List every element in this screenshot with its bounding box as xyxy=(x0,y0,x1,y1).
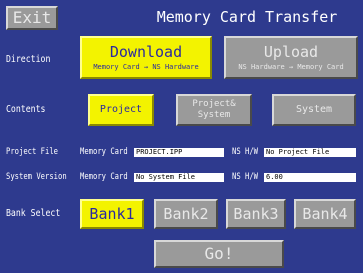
download-sub-label: Memory Card → NS Hardware xyxy=(93,62,199,71)
exit-label: Exit xyxy=(12,8,52,27)
download-button[interactable]: Download Memory Card → NS Hardware xyxy=(80,36,212,79)
bank2-button[interactable]: Bank2 xyxy=(154,199,218,229)
bank1-button[interactable]: Bank1 xyxy=(80,199,144,229)
go-label: Go! xyxy=(204,244,234,263)
content-project-label: Project xyxy=(99,104,143,115)
system-memory-card-label: Memory Card xyxy=(80,172,128,182)
exit-button[interactable]: Exit xyxy=(6,6,58,30)
bank3-label: Bank3 xyxy=(233,204,279,223)
project-ns-hw-label: NS H/W xyxy=(232,147,259,157)
bank1-label: Bank1 xyxy=(89,204,135,223)
upload-label: Upload xyxy=(263,42,319,61)
content-project-system-line2: System xyxy=(197,110,231,120)
upload-sub-label: NS Hardware → Memory Card xyxy=(238,62,344,71)
upload-button[interactable]: Upload NS Hardware → Memory Card xyxy=(224,36,358,79)
bank2-label: Bank2 xyxy=(163,204,209,223)
system-version-label: System Version xyxy=(6,172,67,182)
page-title: Memory Card Transfer xyxy=(156,8,338,26)
project-ns-hw-field: No Project File xyxy=(264,148,356,157)
system-ns-hw-label: NS H/W xyxy=(232,172,259,182)
system-memory-card-field: No System File xyxy=(134,173,224,182)
bank4-label: Bank4 xyxy=(302,204,348,223)
content-system-label: System xyxy=(295,104,333,115)
content-project-system-line1: Project& xyxy=(192,99,236,109)
system-ns-hw-field: 6.00 xyxy=(264,173,356,182)
content-project-button[interactable]: Project xyxy=(88,94,154,126)
contents-label: Contents xyxy=(6,104,46,115)
project-file-label: Project File xyxy=(6,147,59,157)
bank3-button[interactable]: Bank3 xyxy=(226,199,286,229)
content-system-button[interactable]: System xyxy=(272,94,356,126)
download-label: Download xyxy=(109,42,183,61)
content-project-system-button[interactable]: Project& System xyxy=(176,94,252,126)
go-button[interactable]: Go! xyxy=(154,240,284,268)
project-memory-card-label: Memory Card xyxy=(80,147,128,157)
project-memory-card-field: PROJECT.IPP xyxy=(134,148,224,157)
direction-label: Direction xyxy=(6,54,51,65)
bank4-button[interactable]: Bank4 xyxy=(294,199,356,229)
bank-select-label: Bank Select xyxy=(6,208,61,219)
